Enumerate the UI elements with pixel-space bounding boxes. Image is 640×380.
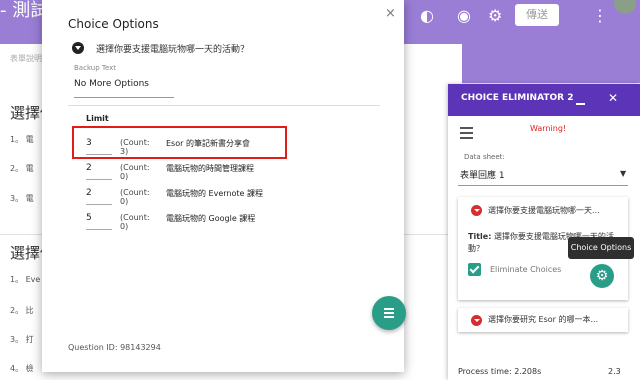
option-item: 1。 Eve bbox=[10, 275, 41, 284]
tooltip: Choice Options bbox=[568, 237, 634, 259]
backup-text-input[interactable]: No More Options bbox=[74, 79, 149, 89]
question-id: Question ID: 98143294 bbox=[68, 343, 161, 352]
option-item: 2。 電 bbox=[10, 164, 34, 173]
gear-icon[interactable]: ⚙ bbox=[590, 264, 614, 288]
menu-fab-button[interactable] bbox=[372, 296, 406, 330]
limit-input[interactable]: 2 bbox=[86, 163, 112, 173]
avatar[interactable] bbox=[614, 0, 636, 14]
card-title[interactable]: 選擇你要研究 Esor 的哪一本... bbox=[488, 314, 624, 325]
question-card: 選擇你要研究 Esor 的哪一本... bbox=[458, 308, 628, 332]
sidebar-header: CHOICE ELIMINATOR 2 ✕ bbox=[448, 84, 640, 116]
eliminate-checkbox[interactable] bbox=[468, 263, 481, 276]
dialog-title: Choice Options bbox=[68, 17, 159, 31]
preview-icon[interactable]: ◉ bbox=[457, 6, 471, 25]
input-underline bbox=[86, 204, 112, 205]
divider bbox=[68, 105, 380, 106]
question-select[interactable]: 選擇你要支援電腦玩物哪一天的活動？ bbox=[96, 42, 249, 55]
highlight-box bbox=[72, 126, 287, 159]
choice-options-dialog: Choice Options × 選擇你要支援電腦玩物哪一天的活動？ Backu… bbox=[42, 0, 406, 372]
data-sheet-label: Data sheet: bbox=[464, 153, 505, 161]
option-item: 1。 電 bbox=[10, 135, 34, 144]
process-time: Process time: 2.208s bbox=[458, 367, 542, 376]
card-title[interactable]: 選擇你要支援電腦玩物哪一天... bbox=[488, 205, 624, 216]
minimize-icon[interactable] bbox=[576, 103, 585, 105]
dropdown-arrow-icon[interactable]: ▼ bbox=[620, 169, 626, 178]
settings-icon[interactable]: ⚙ bbox=[488, 6, 502, 25]
limit-header: Limit bbox=[86, 114, 109, 123]
count-label: (Count: 0) bbox=[120, 163, 150, 181]
limit-input[interactable]: 5 bbox=[86, 213, 112, 223]
option-item: 2。 比 bbox=[10, 306, 34, 315]
version-label: 2.3 bbox=[608, 367, 621, 376]
select-underline bbox=[458, 185, 628, 186]
count-label: (Count: 0) bbox=[120, 188, 150, 206]
choice-name: 電腦玩物的時間管理課程 bbox=[166, 164, 254, 173]
choice-eliminator-sidebar: CHOICE ELIMINATOR 2 ✕ Warning! Data shee… bbox=[448, 84, 640, 380]
warning-text: Warning! bbox=[530, 124, 567, 133]
input-underline bbox=[74, 97, 174, 98]
backup-text-label: Backup Text bbox=[74, 64, 117, 72]
option-item: 3。 電 bbox=[10, 194, 34, 203]
input-underline bbox=[86, 229, 112, 230]
close-icon[interactable]: ✕ bbox=[608, 91, 618, 105]
send-button[interactable]: 傳送 bbox=[515, 4, 559, 26]
form-description: 表單說明 bbox=[10, 54, 42, 63]
choice-name: 電腦玩物的 Evernote 課程 bbox=[166, 189, 263, 198]
data-sheet-select[interactable]: 表單回應 1 bbox=[460, 168, 505, 181]
close-icon[interactable]: × bbox=[385, 6, 396, 21]
limit-input[interactable]: 2 bbox=[86, 188, 112, 198]
input-underline bbox=[86, 179, 112, 180]
more-icon[interactable]: ⋮ bbox=[592, 6, 608, 25]
choice-name: 電腦玩物的 Google 課程 bbox=[166, 214, 256, 223]
eliminate-label: Eliminate Choices bbox=[490, 265, 562, 274]
option-item: 4。 檢 bbox=[10, 364, 34, 373]
chevron-down-icon[interactable] bbox=[471, 205, 482, 216]
chevron-down-icon[interactable] bbox=[72, 42, 84, 54]
sidebar-title: CHOICE ELIMINATOR 2 bbox=[461, 93, 574, 103]
option-item: 3。 打 bbox=[10, 335, 34, 344]
count-label: (Count: 0) bbox=[120, 213, 150, 231]
palette-icon[interactable]: ◐ bbox=[420, 6, 434, 25]
hamburger-menu-icon[interactable] bbox=[460, 127, 473, 142]
chevron-down-icon[interactable] bbox=[471, 315, 482, 326]
